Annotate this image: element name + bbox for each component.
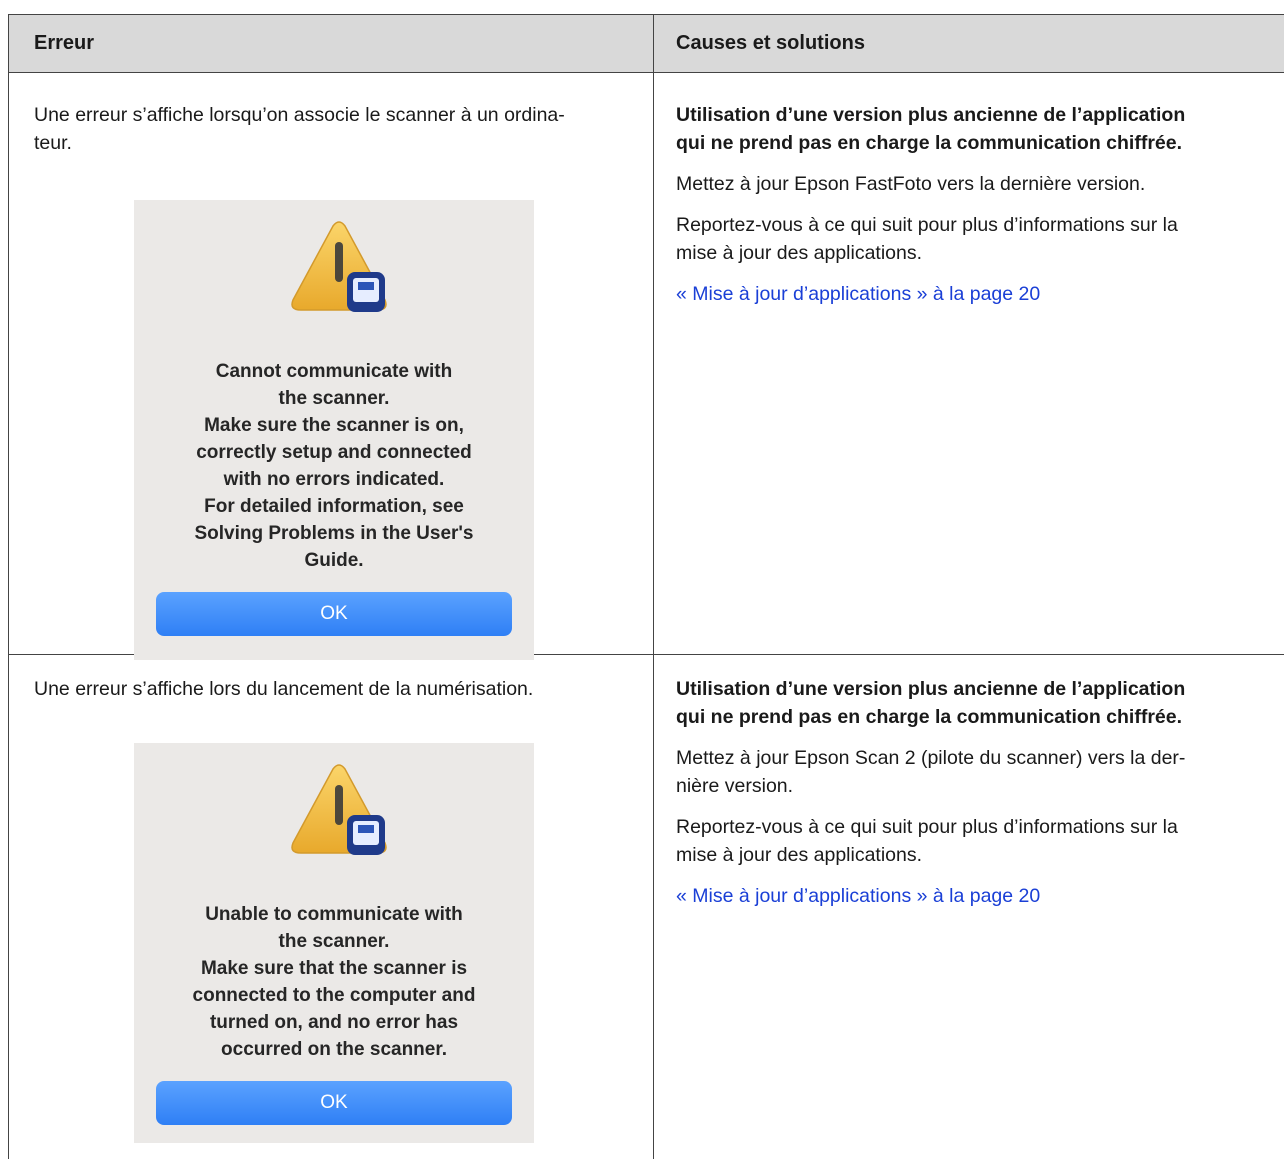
dialog-line: turned on, and no error has: [209, 1012, 459, 1033]
causes-solutions: Utilisation d’une version plus ancienne …: [676, 101, 1268, 308]
ok-button[interactable]: OK: [156, 1081, 512, 1125]
dialog-line: Cannot communicate with: [215, 361, 453, 382]
table-row: Une erreur s’affiche lorsqu’on associe l…: [9, 73, 1284, 660]
table-header: Erreur Causes et solutions: [9, 15, 1284, 73]
see-also-line: Reportez-vous à ce qui suit pour plus d’…: [676, 214, 1178, 236]
dialog-line: connected to the computer and: [192, 985, 476, 1006]
see-also-line: mise à jour des applications.: [676, 242, 923, 264]
error-text-line: teur.: [34, 132, 72, 154]
troubleshooting-table: Erreur Causes et solutions Une erreur s’…: [8, 14, 1284, 1159]
solution-line: Mettez à jour Epson Scan 2 (pilote du sc…: [676, 747, 1186, 769]
dialog-line: the scanner.: [278, 388, 390, 409]
dialog-line: occurred on the scanner.: [221, 1039, 447, 1060]
header-error: Erreur: [34, 32, 95, 54]
table-row: Une erreur s’affiche lors du lancement d…: [9, 655, 1284, 1159]
see-also-line: mise à jour des applications.: [676, 844, 923, 866]
dialog-line: Solving Problems in the User's: [194, 523, 474, 544]
error-description: Une erreur s’affiche lorsqu’on associe l…: [34, 101, 634, 157]
dialog-line: correctly setup and connected: [196, 442, 472, 463]
cause-line: Utilisation d’une version plus ancienne …: [676, 678, 1186, 700]
update-applications-link[interactable]: « Mise à jour d’applications » à la page…: [676, 882, 1268, 910]
causes-solutions: Utilisation d’une version plus ancienne …: [676, 675, 1268, 910]
dialog-line: For detailed information, see: [204, 496, 464, 517]
dialog-message: Cannot communicate with the scanner. Mak…: [134, 358, 534, 574]
solution-text: Mettez à jour Epson FastFoto vers la der…: [676, 173, 1146, 195]
cause-line: qui ne prend pas en charge la communicat…: [676, 706, 1183, 728]
error-description: Une erreur s’affiche lors du lancement d…: [34, 675, 634, 703]
dialog-line: Guide.: [304, 550, 364, 571]
dialog-line: Make sure that the scanner is: [200, 958, 468, 979]
see-also-line: Reportez-vous à ce qui suit pour plus d’…: [676, 816, 1178, 838]
update-applications-link[interactable]: « Mise à jour d’applications » à la page…: [676, 280, 1268, 308]
error-text-line: Une erreur s’affiche lorsqu’on associe l…: [34, 104, 565, 126]
dialog-message: Unable to communicate with the scanner. …: [134, 901, 534, 1063]
warning-scanner-icon: [291, 764, 387, 855]
error-dialog-screenshot: Unable to communicate with the scanner. …: [134, 743, 534, 1143]
cause-line: Utilisation d’une version plus ancienne …: [676, 104, 1186, 126]
dialog-line: with no errors indicated.: [223, 469, 445, 490]
dialog-line: the scanner.: [278, 931, 390, 952]
error-text-line: Une erreur s’affiche lors du lancement d…: [34, 678, 534, 700]
warning-scanner-icon: [291, 221, 387, 312]
ok-button[interactable]: OK: [156, 592, 512, 636]
cause-line: qui ne prend pas en charge la communicat…: [676, 132, 1183, 154]
dialog-line: Unable to communicate with: [205, 904, 463, 925]
dialog-line: Make sure the scanner is on,: [204, 415, 464, 436]
error-dialog-screenshot: Cannot communicate with the scanner. Mak…: [134, 200, 534, 660]
solution-line: nière version.: [676, 775, 794, 797]
header-causes-solutions: Causes et solutions: [676, 32, 865, 54]
